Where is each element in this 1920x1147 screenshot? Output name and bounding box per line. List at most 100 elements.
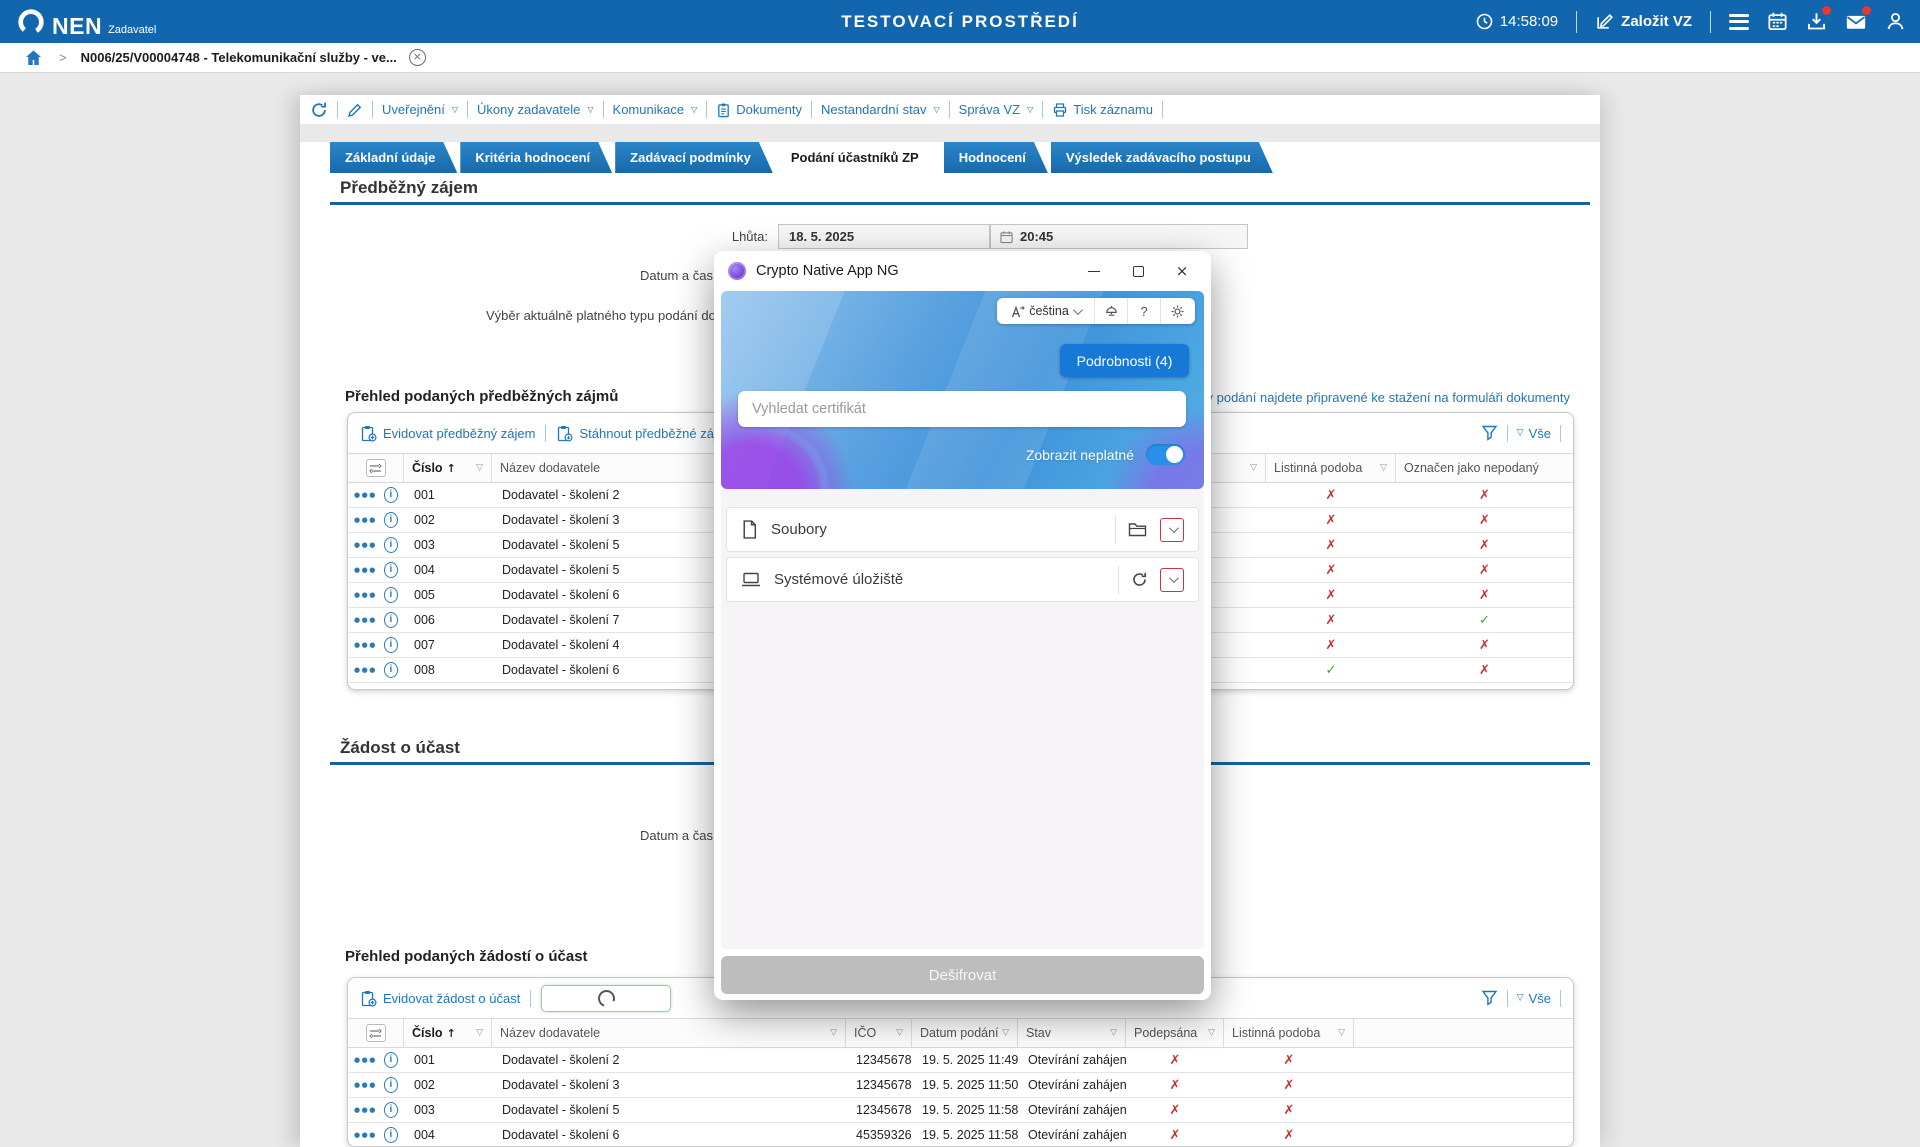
column-settings-icon[interactable] <box>366 459 386 477</box>
refresh-icon[interactable] <box>310 101 328 119</box>
close-button[interactable]: × <box>1167 259 1197 283</box>
column-header-ico[interactable]: IČO▽ <box>846 1019 912 1047</box>
evidovat-predbezny-zajem-button[interactable]: Evidovat předběžný zájem <box>360 425 535 442</box>
language-selector[interactable]: čeština <box>997 298 1095 324</box>
table-row[interactable]: ●●●i004Dodavatel - školení 64535932619. … <box>348 1123 1573 1147</box>
row-info-icon[interactable]: i <box>384 637 398 653</box>
pencil-icon[interactable] <box>347 102 363 118</box>
minimize-button[interactable] <box>1079 259 1109 283</box>
toolbar-item-uverejneni[interactable]: Uveřejnění▽ <box>382 102 458 117</box>
row-info-icon[interactable]: i <box>384 587 398 603</box>
tab-zakladni-udaje[interactable]: Základní údaje <box>330 142 457 173</box>
row-info-icon[interactable]: i <box>384 612 398 628</box>
expand-button[interactable] <box>1160 568 1184 592</box>
calendar-icon[interactable] <box>1767 11 1788 32</box>
window-titlebar[interactable]: Crypto Native App NG × <box>714 251 1211 291</box>
row-menu-icon[interactable]: ●●● <box>354 1131 377 1139</box>
help-button[interactable]: ? <box>1128 298 1161 324</box>
row-menu-icon[interactable]: ●●● <box>354 666 377 674</box>
column-header-datum-podani[interactable]: Datum podání▽ <box>912 1019 1018 1047</box>
column-header-cislo[interactable]: Číslo↑▽ <box>404 1019 492 1047</box>
downloads-button[interactable] <box>1806 11 1827 32</box>
tab-podani-ucastniku-zp[interactable]: Podání účastníků ZP <box>776 142 941 173</box>
tab-zadavaci-podminky[interactable]: Zadávací podmínky <box>615 142 773 173</box>
row-menu-icon[interactable]: ●●● <box>354 566 377 574</box>
row-menu-icon[interactable]: ●●● <box>354 1056 377 1064</box>
source-item-soubory[interactable]: Soubory <box>726 507 1199 552</box>
table-row[interactable]: ●●●i003Dodavatel - školení 51234567819. … <box>348 1098 1573 1123</box>
tab-kriteria-hodnoceni[interactable]: Kritéria hodnocení <box>460 142 612 173</box>
folder-open-icon[interactable] <box>1128 522 1148 538</box>
filter-funnel-icon[interactable] <box>1481 425 1498 441</box>
environment-title: TESTOVACÍ PROSTŘEDÍ <box>841 0 1079 43</box>
nen-logo[interactable]: NEN Zadavatel <box>16 7 156 37</box>
column-settings-cell[interactable] <box>348 1019 404 1047</box>
show-invalid-toggle[interactable] <box>1146 444 1185 465</box>
column-header-cislo[interactable]: Číslo↑▽ <box>404 454 492 482</box>
toolbar-item-tisk-zaznamu[interactable]: Tisk záznamu <box>1052 102 1153 118</box>
toolbar-item-nestandardni-stav[interactable]: Nestandardní stav▽ <box>821 102 940 117</box>
evidovat-zadost-o-ucast-button[interactable]: Evidovat žádost o účast <box>360 990 520 1007</box>
clipboard-download-icon <box>556 425 573 442</box>
row-menu-icon[interactable]: ●●● <box>354 1081 377 1089</box>
column-settings-icon[interactable] <box>366 1024 386 1042</box>
filter-funnel-icon[interactable] <box>1481 990 1498 1006</box>
row-menu-icon[interactable]: ●●● <box>354 516 377 524</box>
reload-icon[interactable] <box>1131 571 1148 588</box>
filter-all-button[interactable]: ▽Vše <box>1517 426 1551 441</box>
row-menu-icon[interactable]: ●●● <box>354 641 377 649</box>
filter-all-button[interactable]: ▽Vše <box>1517 991 1551 1006</box>
deadline-time-field[interactable]: 20:45 <box>990 224 1248 249</box>
details-button[interactable]: Podrobnosti (4) <box>1060 344 1189 377</box>
tab-hodnoceni[interactable]: Hodnocení <box>944 142 1048 173</box>
theme-lamp-button[interactable] <box>1095 298 1128 324</box>
user-icon[interactable] <box>1885 11 1906 32</box>
row-menu-icon[interactable]: ●●● <box>354 616 377 624</box>
column-header-stav[interactable]: Stav▽ <box>1018 1019 1126 1047</box>
settings-gear-button[interactable] <box>1161 298 1194 324</box>
expand-button[interactable] <box>1160 518 1184 542</box>
column-header-listinna-podoba[interactable]: Listinná podoba▽ <box>1224 1019 1354 1047</box>
row-info-icon[interactable]: i <box>384 562 398 578</box>
column-header-nazev-dodavatele[interactable]: Název dodavatele▽ <box>492 1019 846 1047</box>
column-header-podepsana[interactable]: Podepsána▽ <box>1126 1019 1224 1047</box>
row-info-icon[interactable]: i <box>384 487 398 503</box>
source-item-systemove-uloziste[interactable]: Systémové úložiště <box>726 557 1199 602</box>
toolbar-item-sprava-vz[interactable]: Správa VZ▽ <box>959 102 1034 117</box>
toolbar-item-dokumenty[interactable]: Dokumenty <box>716 102 802 118</box>
check-icon: ✓ <box>1396 608 1573 632</box>
session-clock: 14:58:09 <box>1476 13 1558 30</box>
deadline-date-field[interactable]: 18. 5. 2025 <box>778 224 990 249</box>
column-settings-cell[interactable] <box>348 454 404 482</box>
home-icon[interactable] <box>24 49 43 67</box>
cell-nazev-dodavatele: Dodavatel - školení 6 <box>492 1123 846 1147</box>
new-procurement-button[interactable]: Založit VZ <box>1595 12 1692 31</box>
column-header-listinna-podoba[interactable]: Listinná podoba▽ <box>1266 454 1396 482</box>
row-info-icon[interactable]: i <box>384 1077 398 1093</box>
toolbar-item-ukony-zadavatele[interactable]: Úkony zadavatele▽ <box>477 102 594 117</box>
row-info-icon[interactable]: i <box>384 1127 398 1143</box>
row-info-icon[interactable]: i <box>384 512 398 528</box>
decrypt-button[interactable]: Dešifrovat <box>721 956 1204 994</box>
column-header-oznacen-jako-nepodany[interactable]: Označen jako nepodaný <box>1396 454 1573 482</box>
header-separator <box>1710 11 1711 33</box>
tab-vysledek-zadavaciho-postupu[interactable]: Výsledek zadávacího postupu <box>1051 142 1273 173</box>
menu-icon[interactable] <box>1729 14 1749 30</box>
row-menu-icon[interactable]: ●●● <box>354 591 377 599</box>
breadcrumb-item[interactable]: N006/25/V00004748 - Telekomunikační služ… <box>81 50 397 65</box>
messages-button[interactable] <box>1845 11 1867 33</box>
row-menu-icon[interactable]: ●●● <box>354 541 377 549</box>
row-info-icon[interactable]: i <box>384 662 398 678</box>
row-info-icon[interactable]: i <box>384 1102 398 1118</box>
breadcrumb-close-icon[interactable]: × <box>409 49 426 66</box>
table-row[interactable]: ●●●i002Dodavatel - školení 31234567819. … <box>348 1073 1573 1098</box>
row-info-icon[interactable]: i <box>384 537 398 553</box>
certificate-search-input[interactable] <box>738 391 1186 427</box>
maximize-button[interactable] <box>1123 259 1153 283</box>
toolbar-item-komunikace[interactable]: Komunikace▽ <box>613 102 698 117</box>
row-info-icon[interactable]: i <box>384 1052 398 1068</box>
row-menu-icon[interactable]: ●●● <box>354 491 377 499</box>
stahnout-predbezne-zajmy-button[interactable]: Stáhnout předběžné zájmy <box>556 425 734 442</box>
table-row[interactable]: ●●●i001Dodavatel - školení 21234567819. … <box>348 1048 1573 1073</box>
row-menu-icon[interactable]: ●●● <box>354 1106 377 1114</box>
